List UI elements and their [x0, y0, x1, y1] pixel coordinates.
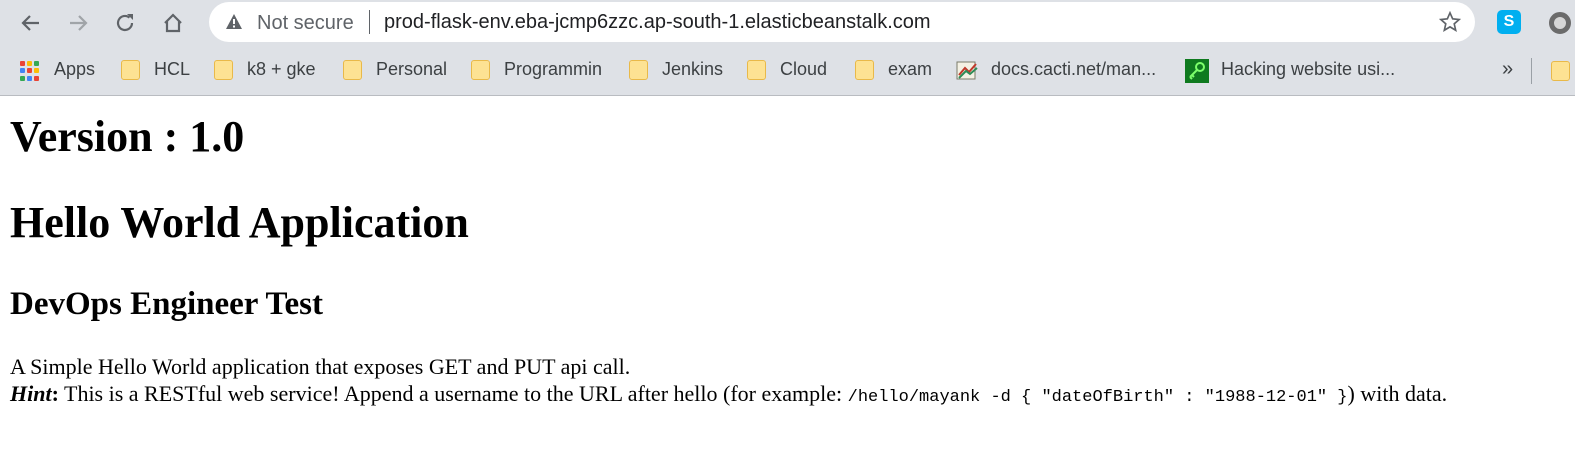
bookmark-label: docs.cacti.net/man... — [991, 59, 1157, 79]
back-button[interactable] — [16, 8, 46, 38]
bookmark-label: Personal — [376, 59, 448, 79]
folder-icon — [629, 59, 649, 81]
bookmark-label: Jenkins — [662, 59, 724, 79]
bookmark-label: Apps — [54, 59, 96, 79]
folder-icon — [343, 59, 363, 81]
skype-icon[interactable]: S — [1497, 10, 1521, 34]
bookmark-label: k8 + gke — [247, 59, 316, 79]
bookmark-folder-personal[interactable]: Personal — [343, 58, 447, 82]
folder-icon — [471, 59, 491, 81]
reload-button[interactable] — [110, 8, 140, 38]
hint-colon: : — [51, 381, 59, 406]
home-icon — [164, 13, 182, 33]
cacti-icon — [955, 59, 978, 81]
folder-icon[interactable] — [1551, 61, 1570, 81]
hint-text: This is a RESTful web service! Append a … — [58, 381, 848, 406]
version-heading: Version : 1.0 — [10, 112, 245, 161]
bookmark-hacking-website[interactable]: Hacking website usi... — [1185, 58, 1395, 83]
bookmarks-bar: Apps HCL k8 + gke Personal Programmin Je… — [0, 46, 1575, 96]
bookmark-star-icon[interactable] — [1439, 11, 1461, 33]
apps-icon — [20, 59, 40, 81]
bookmark-cacti-docs[interactable]: docs.cacti.net/man... — [955, 58, 1156, 82]
forward-button[interactable] — [63, 8, 93, 38]
hint-text-end: ) with data. — [1347, 381, 1448, 406]
reload-icon — [116, 14, 134, 32]
bookmark-folder-exam[interactable]: exam — [855, 58, 932, 82]
security-status-label[interactable]: Not secure — [257, 12, 354, 35]
bookmark-label: Programmin — [504, 59, 603, 79]
hint-paragraph: Hint: This is a RESTful web service! App… — [10, 381, 1447, 407]
bookmark-folder-jenkins[interactable]: Jenkins — [629, 58, 723, 82]
warning-icon[interactable] — [225, 13, 243, 31]
back-arrow-icon — [21, 15, 39, 31]
hint-code-example: /hello/mayank -d { "dateOfBirth" : "1988… — [847, 388, 1348, 407]
hint-label: Hint — [10, 381, 52, 406]
bookmark-label: exam — [888, 59, 933, 79]
address-separator — [369, 10, 370, 34]
description-text: A Simple Hello World application that ex… — [10, 354, 631, 379]
address-bar[interactable]: Not secure prod-flask-env.eba-jcmp6zzc.a… — [209, 2, 1475, 42]
bookmarks-divider — [1531, 58, 1532, 84]
bookmarks-overflow-button[interactable]: » — [1502, 58, 1513, 81]
folder-icon — [747, 59, 767, 81]
key-icon — [1185, 59, 1209, 83]
bookmark-label: Cloud — [780, 59, 828, 79]
bookmark-folder-programmin[interactable]: Programmin — [471, 58, 602, 82]
extension-icon[interactable] — [1549, 12, 1571, 34]
home-button[interactable] — [158, 8, 188, 38]
url-field[interactable]: prod-flask-env.eba-jcmp6zzc.ap-south-1.e… — [384, 11, 931, 34]
bookmark-label: HCL — [154, 59, 191, 79]
folder-icon — [214, 59, 234, 81]
browser-toolbar: Not secure prod-flask-env.eba-jcmp6zzc.a… — [0, 0, 1575, 46]
folder-icon — [121, 59, 141, 81]
bookmark-apps[interactable]: Apps — [20, 58, 95, 82]
bookmark-folder-k8-gke[interactable]: k8 + gke — [214, 58, 316, 82]
sub-heading: DevOps Engineer Test — [10, 286, 323, 322]
bookmark-label: Hacking website usi... — [1221, 59, 1396, 79]
forward-arrow-icon — [70, 15, 88, 31]
folder-icon — [855, 59, 875, 81]
app-heading: Hello World Application — [10, 198, 469, 247]
bookmark-folder-hcl[interactable]: HCL — [121, 58, 190, 82]
bookmark-folder-cloud[interactable]: Cloud — [747, 58, 827, 82]
